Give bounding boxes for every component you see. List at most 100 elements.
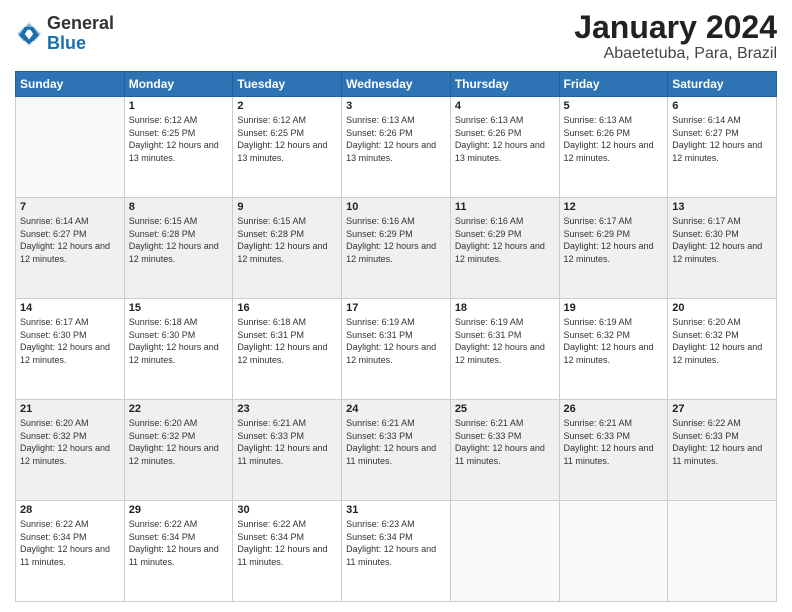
calendar-cell: 6 Sunrise: 6:14 AMSunset: 6:27 PMDaylight… xyxy=(668,97,777,198)
logo-text: General Blue xyxy=(47,14,114,54)
calendar-cell: 12 Sunrise: 6:17 AMSunset: 6:29 PMDayligh… xyxy=(559,198,668,299)
day-info: Sunrise: 6:19 AMSunset: 6:32 PMDaylight:… xyxy=(564,316,664,366)
day-info: Sunrise: 6:14 AMSunset: 6:27 PMDaylight:… xyxy=(20,215,120,265)
logo-general-text: General xyxy=(47,14,114,34)
day-info: Sunrise: 6:14 AMSunset: 6:27 PMDaylight:… xyxy=(672,114,772,164)
day-number: 6 xyxy=(672,100,772,112)
day-number: 19 xyxy=(564,302,664,314)
calendar-cell: 20Sunrise: 6:20 AMSunset: 6:32 PMDayligh… xyxy=(668,299,777,400)
day-info: Sunrise: 6:20 AMSunset: 6:32 PMDaylight:… xyxy=(129,417,229,467)
day-number: 3 xyxy=(346,100,446,112)
calendar-cell: 21 Sunrise: 6:20 AMSunset: 6:32 PMDayligh… xyxy=(16,400,125,501)
calendar-cell: 28Sunrise: 6:22 AMSunset: 6:34 PMDayligh… xyxy=(16,501,125,602)
calendar-cell: 7 Sunrise: 6:14 AMSunset: 6:27 PMDaylight… xyxy=(16,198,125,299)
day-number: 22 xyxy=(129,403,229,415)
header-day-sunday: Sunday xyxy=(16,72,125,97)
day-number: 30 xyxy=(237,504,337,516)
header-row: SundayMondayTuesdayWednesdayThursdayFrid… xyxy=(16,72,777,97)
day-number: 15 xyxy=(129,302,229,314)
calendar-cell: 30 Sunrise: 6:22 AMSunset: 6:34 PMDayligh… xyxy=(233,501,342,602)
calendar-cell: 10Sunrise: 6:16 AMSunset: 6:29 PMDayligh… xyxy=(342,198,451,299)
day-number: 1 xyxy=(129,100,229,112)
day-number: 20 xyxy=(672,302,772,314)
day-info: Sunrise: 6:15 AMSunset: 6:28 PMDaylight:… xyxy=(237,215,337,265)
day-info: Sunrise: 6:21 AMSunset: 6:33 PMDaylight:… xyxy=(346,417,446,467)
calendar-cell: 11Sunrise: 6:16 AMSunset: 6:29 PMDayligh… xyxy=(450,198,559,299)
day-number: 8 xyxy=(129,201,229,213)
calendar-cell xyxy=(668,501,777,602)
calendar-cell xyxy=(559,501,668,602)
day-info: Sunrise: 6:12 AMSunset: 6:25 PMDaylight:… xyxy=(129,114,229,164)
calendar-table: SundayMondayTuesdayWednesdayThursdayFrid… xyxy=(15,71,777,602)
day-number: 9 xyxy=(237,201,337,213)
day-info: Sunrise: 6:12 AMSunset: 6:25 PMDaylight:… xyxy=(237,114,337,164)
calendar-cell: 24 Sunrise: 6:21 AMSunset: 6:33 PMDayligh… xyxy=(342,400,451,501)
day-info: Sunrise: 6:22 AMSunset: 6:34 PMDaylight:… xyxy=(129,518,229,568)
day-info: Sunrise: 6:18 AMSunset: 6:30 PMDaylight:… xyxy=(129,316,229,366)
day-number: 7 xyxy=(20,201,120,213)
day-info: Sunrise: 6:13 AMSunset: 6:26 PMDaylight:… xyxy=(346,114,446,164)
day-info: Sunrise: 6:21 AMSunset: 6:33 PMDaylight:… xyxy=(564,417,664,467)
page: General Blue January 2024 Abaetetuba, Pa… xyxy=(0,0,792,612)
page-subtitle: Abaetetuba, Para, Brazil xyxy=(574,45,777,63)
calendar-cell: 17 Sunrise: 6:19 AMSunset: 6:31 PMDayligh… xyxy=(342,299,451,400)
logo-blue-text: Blue xyxy=(47,34,114,54)
day-number: 24 xyxy=(346,403,446,415)
day-number: 5 xyxy=(564,100,664,112)
page-title: January 2024 xyxy=(574,10,777,45)
calendar-cell: 14 Sunrise: 6:17 AMSunset: 6:30 PMDayligh… xyxy=(16,299,125,400)
day-number: 23 xyxy=(237,403,337,415)
day-number: 4 xyxy=(455,100,555,112)
day-number: 16 xyxy=(237,302,337,314)
day-number: 31 xyxy=(346,504,446,516)
calendar-cell: 8 Sunrise: 6:15 AMSunset: 6:28 PMDaylight… xyxy=(124,198,233,299)
day-number: 13 xyxy=(672,201,772,213)
logo: General Blue xyxy=(15,14,114,54)
day-number: 27 xyxy=(672,403,772,415)
day-info: Sunrise: 6:13 AMSunset: 6:26 PMDaylight:… xyxy=(455,114,555,164)
header: General Blue January 2024 Abaetetuba, Pa… xyxy=(15,10,777,63)
day-info: Sunrise: 6:16 AMSunset: 6:29 PMDaylight:… xyxy=(346,215,446,265)
calendar-cell: 27 Sunrise: 6:22 AMSunset: 6:33 PMDayligh… xyxy=(668,400,777,501)
day-info: Sunrise: 6:19 AMSunset: 6:31 PMDaylight:… xyxy=(346,316,446,366)
day-number: 21 xyxy=(20,403,120,415)
calendar-cell: 31 Sunrise: 6:23 AMSunset: 6:34 PMDayligh… xyxy=(342,501,451,602)
day-info: Sunrise: 6:15 AMSunset: 6:28 PMDaylight:… xyxy=(129,215,229,265)
calendar-cell: 22 Sunrise: 6:20 AMSunset: 6:32 PMDayligh… xyxy=(124,400,233,501)
day-number: 17 xyxy=(346,302,446,314)
calendar-cell: 5Sunrise: 6:13 AMSunset: 6:26 PMDaylight… xyxy=(559,97,668,198)
day-info: Sunrise: 6:17 AMSunset: 6:29 PMDaylight:… xyxy=(564,215,664,265)
calendar-cell: 16 Sunrise: 6:18 AMSunset: 6:31 PMDayligh… xyxy=(233,299,342,400)
day-info: Sunrise: 6:19 AMSunset: 6:31 PMDaylight:… xyxy=(455,316,555,366)
day-number: 25 xyxy=(455,403,555,415)
day-info: Sunrise: 6:22 AMSunset: 6:34 PMDaylight:… xyxy=(237,518,337,568)
header-day-tuesday: Tuesday xyxy=(233,72,342,97)
title-block: January 2024 Abaetetuba, Para, Brazil xyxy=(574,10,777,63)
calendar-cell: 9 Sunrise: 6:15 AMSunset: 6:28 PMDaylight… xyxy=(233,198,342,299)
day-info: Sunrise: 6:16 AMSunset: 6:29 PMDaylight:… xyxy=(455,215,555,265)
day-number: 2 xyxy=(237,100,337,112)
day-info: Sunrise: 6:18 AMSunset: 6:31 PMDaylight:… xyxy=(237,316,337,366)
day-info: Sunrise: 6:17 AMSunset: 6:30 PMDaylight:… xyxy=(672,215,772,265)
header-day-thursday: Thursday xyxy=(450,72,559,97)
calendar-header: SundayMondayTuesdayWednesdayThursdayFrid… xyxy=(16,72,777,97)
calendar-cell: 3 Sunrise: 6:13 AMSunset: 6:26 PMDaylight… xyxy=(342,97,451,198)
week-row-4: 21 Sunrise: 6:20 AMSunset: 6:32 PMDayligh… xyxy=(16,400,777,501)
calendar-cell: 15 Sunrise: 6:18 AMSunset: 6:30 PMDayligh… xyxy=(124,299,233,400)
day-info: Sunrise: 6:20 AMSunset: 6:32 PMDaylight:… xyxy=(20,417,120,467)
day-number: 29 xyxy=(129,504,229,516)
day-info: Sunrise: 6:23 AMSunset: 6:34 PMDaylight:… xyxy=(346,518,446,568)
day-number: 26 xyxy=(564,403,664,415)
calendar-cell: 23Sunrise: 6:21 AMSunset: 6:33 PMDayligh… xyxy=(233,400,342,501)
calendar-cell: 1 Sunrise: 6:12 AMSunset: 6:25 PMDaylight… xyxy=(124,97,233,198)
day-info: Sunrise: 6:17 AMSunset: 6:30 PMDaylight:… xyxy=(20,316,120,366)
day-number: 14 xyxy=(20,302,120,314)
header-day-wednesday: Wednesday xyxy=(342,72,451,97)
calendar-cell: 26 Sunrise: 6:21 AMSunset: 6:33 PMDayligh… xyxy=(559,400,668,501)
header-day-monday: Monday xyxy=(124,72,233,97)
week-row-3: 14 Sunrise: 6:17 AMSunset: 6:30 PMDayligh… xyxy=(16,299,777,400)
day-info: Sunrise: 6:22 AMSunset: 6:33 PMDaylight:… xyxy=(672,417,772,467)
day-number: 28 xyxy=(20,504,120,516)
day-number: 12 xyxy=(564,201,664,213)
calendar-cell xyxy=(16,97,125,198)
